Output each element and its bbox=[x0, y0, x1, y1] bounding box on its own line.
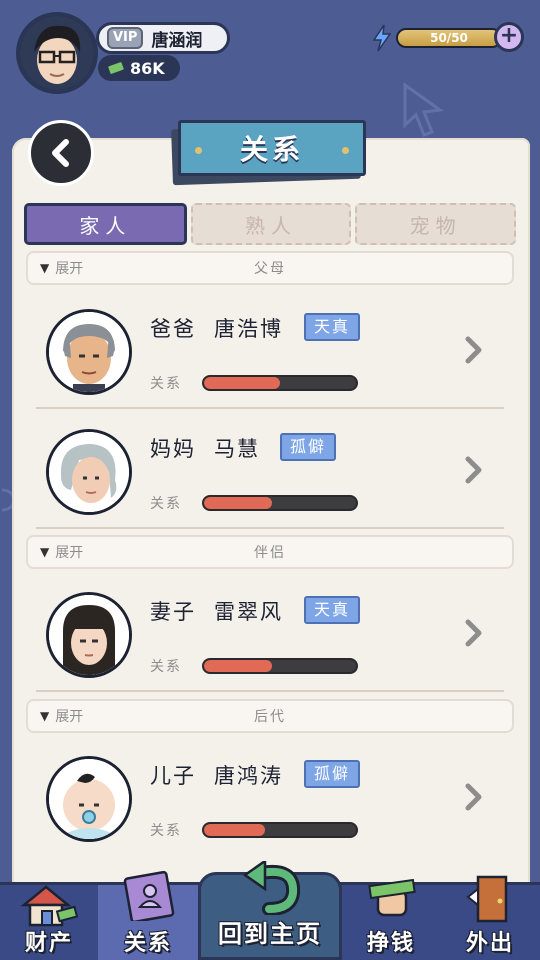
vip-badge: VIP bbox=[107, 27, 144, 49]
son-portrait-icon bbox=[49, 759, 129, 839]
member-portrait bbox=[46, 592, 132, 678]
cursor-doodle-icon bbox=[403, 82, 444, 137]
category-tabs: 家人 熟人 宠物 bbox=[24, 203, 517, 245]
nav-earn[interactable]: 挣钱 bbox=[342, 879, 440, 960]
energy-bolt-icon bbox=[372, 24, 392, 52]
money-display: 86K bbox=[98, 55, 180, 81]
page-title: 关系 bbox=[239, 133, 304, 166]
chevron-right-icon[interactable] bbox=[464, 335, 484, 365]
trait-badge: 天真 bbox=[304, 596, 361, 624]
member-name: 唐浩博 bbox=[214, 317, 283, 341]
member-name: 雷翠风 bbox=[214, 600, 283, 624]
section-title: 伴侣 bbox=[254, 545, 286, 561]
tab-family[interactable]: 家人 bbox=[24, 203, 187, 245]
door-exit-icon bbox=[466, 875, 508, 923]
back-button[interactable] bbox=[28, 120, 94, 186]
nav-relations-label: 关系 bbox=[123, 931, 172, 956]
home-button[interactable]: 回到主页 bbox=[198, 861, 342, 960]
family-member-row[interactable]: 儿子 唐鸿涛 孤僻 关系 bbox=[36, 738, 504, 856]
relationship-bar-fill bbox=[204, 660, 273, 672]
section-header-children[interactable]: ▼ 展开 后代 bbox=[26, 699, 514, 733]
relationship-bar bbox=[202, 375, 358, 391]
tab-pets[interactable]: 宠物 bbox=[355, 203, 517, 245]
cash-icon bbox=[108, 62, 124, 74]
return-arrow-icon bbox=[242, 861, 301, 915]
nav-outing[interactable]: 外出 bbox=[440, 875, 540, 960]
fist-money-icon bbox=[368, 879, 416, 917]
nav-outing-label: 外出 bbox=[465, 931, 514, 956]
player-portrait-icon bbox=[20, 16, 94, 90]
player-name-pill: VIP 唐涵润 bbox=[96, 22, 230, 54]
player-name: 唐涵润 bbox=[151, 30, 203, 51]
relationship-bar-label: 关系 bbox=[150, 376, 182, 392]
add-energy-button[interactable]: + bbox=[494, 22, 524, 52]
pin-icon bbox=[195, 147, 202, 154]
relationship-bar bbox=[202, 658, 358, 674]
mother-portrait-icon bbox=[49, 432, 129, 512]
relation-label: 儿子 bbox=[150, 764, 196, 788]
tab-acquaintances[interactable]: 熟人 bbox=[190, 203, 352, 245]
chevron-left-icon bbox=[52, 139, 69, 167]
pin-icon bbox=[342, 147, 349, 154]
trait-badge: 孤僻 bbox=[280, 433, 337, 461]
relationship-bar bbox=[202, 495, 358, 511]
member-name: 马慧 bbox=[214, 437, 260, 461]
chevron-right-icon[interactable] bbox=[464, 782, 484, 812]
title-card: 关系 bbox=[178, 120, 366, 176]
energy-text: 50/50 bbox=[430, 31, 468, 45]
row-divider bbox=[36, 527, 504, 529]
member-portrait bbox=[46, 429, 132, 515]
member-portrait bbox=[46, 309, 132, 395]
trait-badge: 孤僻 bbox=[304, 760, 361, 788]
nav-earn-label: 挣钱 bbox=[366, 931, 415, 956]
relation-label: 爸爸 bbox=[150, 317, 196, 341]
relationship-bar-fill bbox=[204, 377, 280, 389]
relationship-bar-fill bbox=[204, 497, 273, 509]
section-title: 父母 bbox=[254, 261, 286, 277]
section-header-parents[interactable]: ▼ 展开 父母 bbox=[26, 251, 514, 285]
relationship-bar-label: 关系 bbox=[150, 823, 182, 839]
row-divider bbox=[36, 690, 504, 692]
father-portrait-icon bbox=[49, 312, 129, 392]
member-name: 唐鸿涛 bbox=[214, 764, 283, 788]
house-icon bbox=[20, 885, 78, 927]
family-member-row[interactable]: 妈妈 马慧 孤僻 关系 bbox=[36, 411, 504, 529]
relationship-bar-label: 关系 bbox=[150, 659, 182, 675]
trait-badge: 天真 bbox=[304, 313, 361, 341]
contact-book-icon bbox=[123, 871, 175, 921]
section-title: 后代 bbox=[254, 709, 286, 725]
money-amount: 86K bbox=[130, 58, 165, 78]
home-button-label: 回到主页 bbox=[218, 920, 322, 948]
chevron-right-icon[interactable] bbox=[464, 455, 484, 485]
player-avatar[interactable] bbox=[16, 12, 98, 94]
relationship-bar-fill bbox=[204, 824, 265, 836]
relationship-bar bbox=[202, 822, 358, 838]
relationship-bar-label: 关系 bbox=[150, 496, 182, 512]
row-divider bbox=[36, 407, 504, 409]
nav-assets-label: 财产 bbox=[24, 931, 73, 956]
family-member-row[interactable]: 妻子 雷翠风 天真 关系 bbox=[36, 574, 504, 692]
family-member-row[interactable]: 爸爸 唐浩博 天真 关系 bbox=[36, 291, 504, 409]
chevron-right-icon[interactable] bbox=[464, 618, 484, 648]
relation-label: 妈妈 bbox=[150, 437, 196, 461]
relation-label: 妻子 bbox=[150, 600, 196, 624]
member-portrait bbox=[46, 756, 132, 842]
nav-assets[interactable]: 财产 bbox=[0, 885, 98, 960]
section-header-partner[interactable]: ▼ 展开 伴侣 bbox=[26, 535, 514, 569]
nav-relations[interactable]: 关系 bbox=[98, 871, 198, 960]
wife-portrait-icon bbox=[49, 595, 129, 675]
